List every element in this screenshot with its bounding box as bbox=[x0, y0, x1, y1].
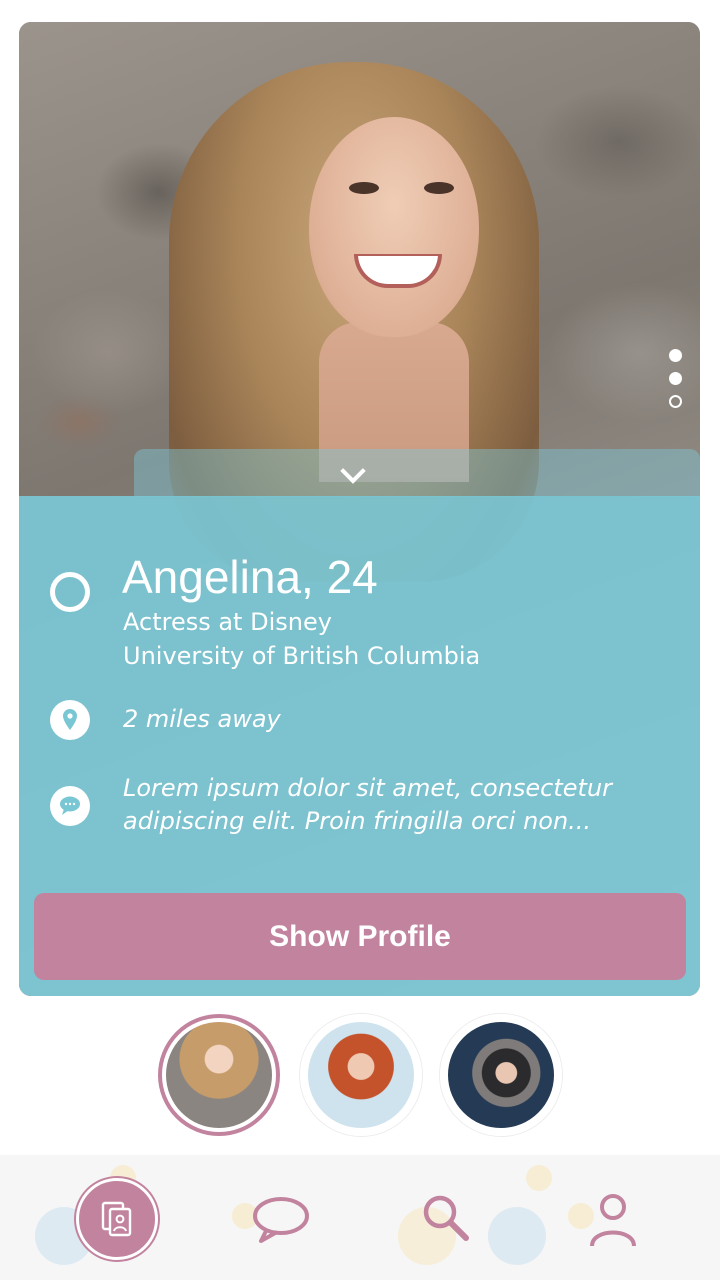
nav-cards[interactable] bbox=[76, 1178, 158, 1260]
nav-search[interactable] bbox=[406, 1180, 486, 1260]
photo-dot-filled[interactable] bbox=[669, 372, 682, 385]
profile-job: Actress at Disney bbox=[123, 608, 332, 636]
profile-thumbnail-1[interactable] bbox=[158, 1014, 280, 1136]
avatar bbox=[308, 1022, 414, 1128]
photo-subject-eye bbox=[424, 182, 454, 194]
chat-icon bbox=[253, 1197, 309, 1243]
decor-bubble bbox=[488, 1207, 546, 1265]
map-pin-icon bbox=[50, 700, 90, 740]
profile-distance: 2 miles away bbox=[123, 705, 281, 733]
photo-pagination bbox=[669, 349, 682, 418]
bio-line: Lorem ipsum dolor sit amet, consectetur bbox=[123, 774, 613, 802]
avatar bbox=[448, 1022, 554, 1128]
profile-school: University of British Columbia bbox=[123, 642, 481, 670]
nav-profile[interactable] bbox=[573, 1180, 653, 1260]
show-profile-button[interactable]: Show Profile bbox=[34, 893, 686, 980]
profile-icon bbox=[590, 1194, 636, 1247]
bottom-nav bbox=[0, 1155, 720, 1280]
photo-subject-eye bbox=[349, 182, 379, 194]
profile-thumbnail-3[interactable] bbox=[440, 1014, 562, 1136]
photo-subject-face bbox=[309, 117, 479, 337]
search-icon bbox=[423, 1195, 469, 1241]
profile-thumbnail-2[interactable] bbox=[300, 1014, 422, 1136]
circle-ring-icon bbox=[50, 572, 90, 612]
info-collapse-tab[interactable] bbox=[134, 449, 700, 497]
profile-bio: Lorem ipsum dolor sit amet, consectetur … bbox=[123, 772, 663, 838]
profile-card[interactable]: Angelina, 24 Actress at Disney Universit… bbox=[19, 22, 700, 996]
decor-bubble bbox=[526, 1165, 552, 1191]
profile-name: Angelina, 24 bbox=[122, 551, 378, 603]
nav-chat[interactable] bbox=[241, 1180, 321, 1260]
speech-bubble-icon bbox=[50, 786, 90, 826]
bio-line: adipiscing elit. Proin fringilla orci no… bbox=[123, 807, 592, 835]
avatar bbox=[166, 1022, 272, 1128]
photo-dot-filled[interactable] bbox=[669, 349, 682, 362]
photo-dot-empty[interactable] bbox=[669, 395, 682, 408]
cards-icon bbox=[101, 1201, 132, 1237]
